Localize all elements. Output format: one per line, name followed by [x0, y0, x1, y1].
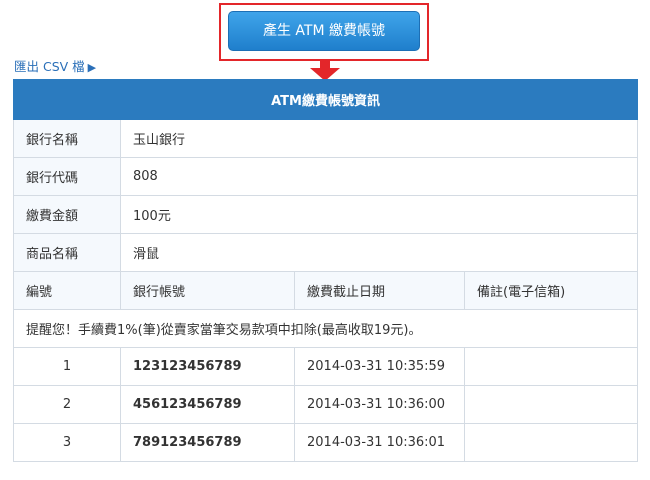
- row-number: 1: [13, 347, 121, 386]
- bank-account-number: 123123456789: [120, 347, 295, 386]
- payment-deadline: 2014-03-31 10:35:59: [294, 347, 465, 386]
- fee-notice: 提醒您！手續費1%(筆)從賣家當筆交易款項中扣除(最高收取19元)。: [12, 309, 639, 348]
- info-value: 玉山銀行: [119, 119, 639, 158]
- note-email: [463, 423, 639, 462]
- accounts-header-row: 編號 銀行帳號 繳費截止日期 備註(電子信箱): [13, 271, 639, 310]
- down-arrow-icon: [310, 59, 340, 81]
- table-row: 3 789123456789 2014-03-31 10:36:01: [13, 423, 639, 462]
- info-row-product: 商品名稱 滑鼠: [13, 233, 639, 272]
- play-arrow-icon: ▶: [87, 61, 97, 74]
- note-email: [463, 347, 639, 386]
- info-value: 808: [119, 157, 639, 196]
- highlight-frame: 產生 ATM 繳費帳號: [219, 3, 429, 61]
- info-label: 銀行代碼: [13, 157, 121, 196]
- column-header-account: 銀行帳號: [120, 271, 295, 310]
- table-title: ATM繳費帳號資訊: [12, 79, 639, 120]
- info-row-amount: 繳費金額 100元: [13, 195, 639, 234]
- column-header-no: 編號: [13, 271, 121, 310]
- row-number: 3: [13, 423, 121, 462]
- column-header-note: 備註(電子信箱): [463, 271, 639, 310]
- info-label: 銀行名稱: [13, 119, 121, 158]
- column-header-deadline: 繳費截止日期: [294, 271, 465, 310]
- bank-account-number: 456123456789: [120, 385, 295, 424]
- info-row-bank-code: 銀行代碼 808: [13, 157, 639, 196]
- atm-info-table: ATM繳費帳號資訊 銀行名稱 玉山銀行 銀行代碼 808 繳費金額 100元 商…: [12, 79, 639, 462]
- info-value: 100元: [119, 195, 639, 234]
- info-value: 滑鼠: [119, 233, 639, 272]
- info-label: 商品名稱: [13, 233, 121, 272]
- payment-deadline: 2014-03-31 10:36:01: [294, 423, 465, 462]
- generate-atm-account-button[interactable]: 產生 ATM 繳費帳號: [228, 11, 420, 51]
- export-csv-link[interactable]: 匯出 CSV 檔 ▶: [14, 56, 96, 75]
- payment-deadline: 2014-03-31 10:36:00: [294, 385, 465, 424]
- fee-notice-row: 提醒您！手續費1%(筆)從賣家當筆交易款項中扣除(最高收取19元)。: [12, 309, 639, 348]
- info-label: 繳費金額: [13, 195, 121, 234]
- info-row-bank-name: 銀行名稱 玉山銀行: [13, 119, 639, 158]
- bank-account-number: 789123456789: [120, 423, 295, 462]
- table-row: 1 123123456789 2014-03-31 10:35:59: [13, 347, 639, 386]
- table-row: 2 456123456789 2014-03-31 10:36:00: [13, 385, 639, 424]
- note-email: [463, 385, 639, 424]
- row-number: 2: [13, 385, 121, 424]
- export-csv-label: 匯出 CSV 檔: [14, 59, 85, 74]
